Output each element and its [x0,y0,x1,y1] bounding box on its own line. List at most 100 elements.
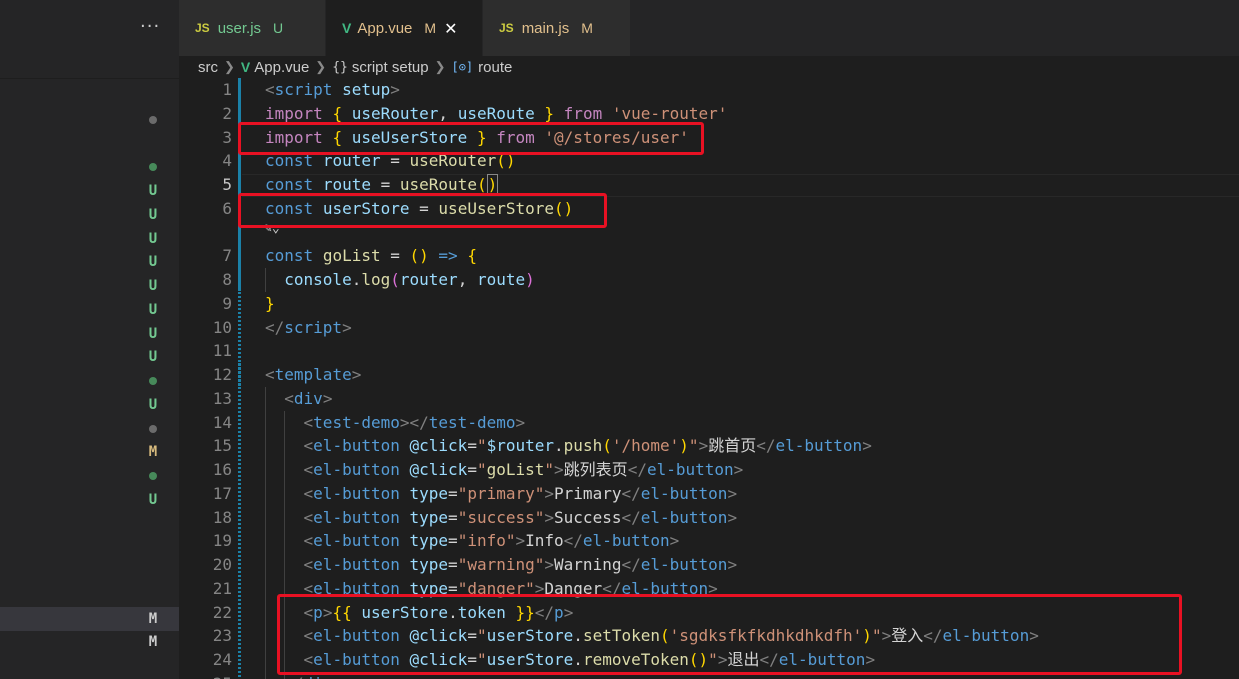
code-line: 15 <el-button @click="$router.push('/hom… [179,434,1239,458]
code-line: 9} [179,292,1239,316]
chevron-right-icon: ❯ [315,59,327,74]
code-line: 8 console.log(router, route) [179,268,1239,292]
git-status-badge: U [148,206,158,223]
explorer-row[interactable]: M [0,440,179,464]
code-token: " [688,436,699,456]
git-status-badge: M [148,444,158,461]
code-token: = [370,175,400,194]
code-text: <el-button type="info">Info</el-button> [265,529,680,553]
code-token: </ [756,436,776,456]
code-token: () [409,246,429,266]
code-token: Warning [554,555,622,574]
code-token: el-button [640,483,728,503]
code-token: useRouter [351,103,439,123]
vue-file-icon: V [342,20,352,36]
code-text: <el-button type="primary">Primary</el-bu… [265,482,738,506]
git-status-badge: U [148,183,158,199]
code-token: Primary [554,483,622,503]
chevron-right-icon: ❯ [434,59,446,74]
line-number: 12 [212,365,232,384]
tab-user-js[interactable]: JS user.js U [179,0,326,56]
line-number: 19 [212,531,232,551]
code-editor[interactable]: 1 <script setup> 2 import { useRouter, useR… [179,78,1239,679]
explorer-row[interactable]: U [0,274,179,298]
code-token: "info" [457,531,516,551]
chevron-right-icon: ❯ [224,59,235,74]
explorer-row[interactable]: U [0,203,179,227]
code-token: ) [525,270,535,289]
line-number: 2 [222,103,232,123]
code-token: = [448,483,458,503]
explorer-row[interactable]: M [0,606,179,631]
js-file-icon: JS [499,21,514,35]
code-token: ) [679,436,689,456]
explorer-row[interactable]: U [0,298,179,322]
explorer-row[interactable]: U [0,250,179,274]
code-token: < [284,388,294,408]
line-number: 3 [222,127,232,147]
explorer-row[interactable]: U [0,393,179,417]
breadcrumb-section[interactable]: script setup [352,59,429,76]
line-number: 18 [212,507,232,527]
code-token: = [448,555,458,574]
explorer-row[interactable] [0,155,179,179]
line-number: 20 [212,555,232,574]
explorer-row[interactable]: U [0,227,179,251]
explorer-row[interactable] [0,417,179,441]
explorer-row[interactable]: U [0,179,179,203]
explorer-row[interactable] [0,464,179,488]
explorer-row[interactable]: U [0,345,179,369]
code-token: ) [486,174,499,195]
code-token: Info [525,531,564,551]
tab-App-vue[interactable]: V App.vue M ✕ [326,0,483,56]
code-token: type [409,531,449,551]
code-token: push [563,436,603,456]
code-line: 1 <script setup> [179,78,1239,102]
line-number: 4 [222,151,232,171]
code-token: < [303,507,314,527]
line-number: 10 [212,317,232,337]
close-icon[interactable]: ✕ [444,19,457,38]
code-token: < [303,460,314,479]
code-token: ( [602,436,612,456]
code-token: > [554,460,564,479]
code-token: > [351,365,362,384]
line-number: 17 [212,483,232,503]
variable-icon: [⊙] [451,60,474,74]
code-token: type [409,555,449,574]
breadcrumb-folder[interactable]: src [198,59,218,76]
code-token: > [342,317,352,337]
explorer-row[interactable]: U [0,322,179,346]
code-text: <el-button @click="goList">跳列表页</el-butt… [265,458,744,482]
code-line: 14 <test-demo></test-demo> [179,411,1239,435]
more-actions-icon[interactable]: ··· [140,17,160,37]
explorer-row[interactable] [0,108,179,132]
code-token: "warning" [457,555,545,574]
code-token: ( [390,270,400,289]
tab-main-js[interactable]: JS main.js M [483,0,631,56]
code-token: </ [621,555,641,574]
code-token: script [284,317,343,337]
explorer-row[interactable] [0,369,179,393]
code-token: > [544,555,555,574]
breadcrumb-symbol[interactable]: route [478,59,512,76]
explorer-row[interactable]: U [0,488,179,512]
explorer-row[interactable]: M [0,630,179,654]
js-file-icon: JS [195,21,210,35]
annotation-box-use-store [238,193,607,228]
code-token: el-button [313,483,400,503]
breadcrumb-file[interactable]: App.vue [254,59,309,76]
line-number: 22 [212,602,232,622]
git-status-badge: U [148,349,158,366]
code-token: template [274,365,352,384]
code-token: el-button [646,460,734,479]
